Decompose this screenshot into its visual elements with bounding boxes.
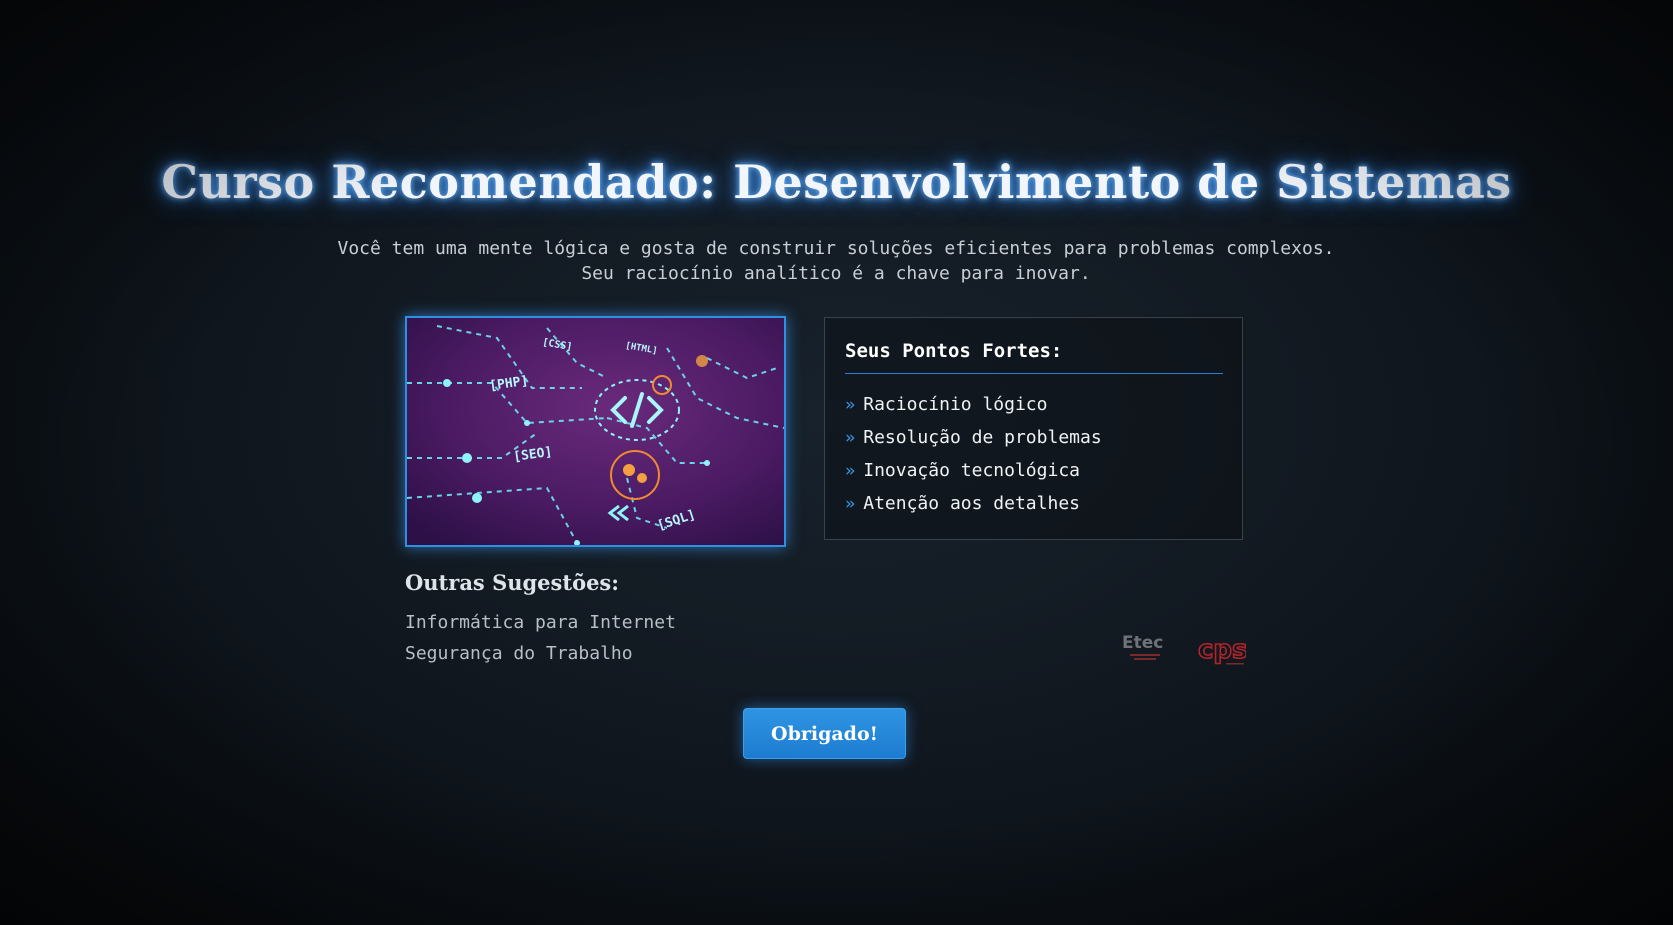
list-item: Segurança do Trabalho bbox=[405, 643, 633, 664]
svg-text:cps: cps bbox=[1198, 635, 1246, 665]
strength-label: Raciocínio lógico bbox=[863, 394, 1048, 415]
strengths-divider bbox=[845, 373, 1223, 374]
list-item: » Atenção aos detalhes bbox=[845, 487, 1102, 520]
result-page: Curso Recomendado: Desenvolvimento de Si… bbox=[0, 0, 1673, 925]
list-item: » Raciocínio lógico bbox=[845, 388, 1102, 421]
list-item: » Resolução de problemas bbox=[845, 421, 1102, 454]
page-title: Curso Recomendado: Desenvolvimento de Si… bbox=[161, 155, 1512, 209]
strengths-title: Seus Pontos Fortes: bbox=[845, 340, 1063, 362]
etec-logo-text: Etec bbox=[1122, 633, 1164, 653]
cps-logo: cps bbox=[1197, 634, 1246, 666]
double-chevron-right-icon: » bbox=[845, 394, 856, 415]
etec-logo: Etec bbox=[1122, 634, 1168, 668]
strength-label: Atenção aos detalhes bbox=[863, 493, 1080, 514]
list-item: Informática para Internet bbox=[405, 612, 676, 633]
strength-label: Resolução de problemas bbox=[863, 427, 1102, 448]
strengths-list: » Raciocínio lógico » Resolução de probl… bbox=[845, 388, 1102, 520]
other-suggestions-list: Informática para Internet Segurança do T… bbox=[405, 612, 676, 674]
list-item: » Inovação tecnológica bbox=[845, 454, 1102, 487]
strength-label: Inovação tecnológica bbox=[863, 460, 1080, 481]
other-suggestions-title: Outras Sugestões: bbox=[405, 570, 620, 595]
double-chevron-right-icon: » bbox=[845, 493, 856, 514]
institution-logos: Etec cps bbox=[1120, 630, 1246, 670]
double-chevron-right-icon: » bbox=[845, 427, 856, 448]
course-illustration: [PHP] [SEO] [SQL] [CSS] [HTML] bbox=[405, 316, 786, 547]
thanks-button[interactable]: Obrigado! bbox=[743, 708, 906, 759]
page-subtitle: Você tem uma mente lógica e gosta de con… bbox=[337, 238, 1335, 284]
strengths-panel: Seus Pontos Fortes: » Raciocínio lógico … bbox=[824, 317, 1243, 540]
double-chevron-right-icon: » bbox=[845, 460, 856, 481]
